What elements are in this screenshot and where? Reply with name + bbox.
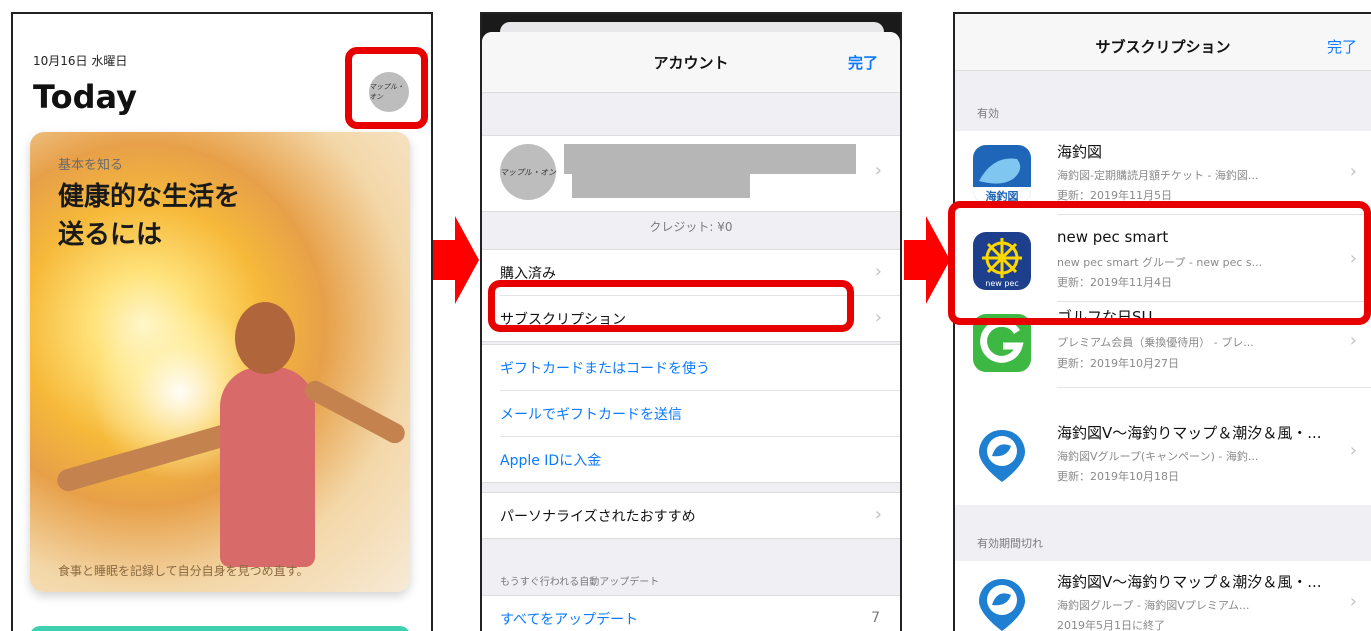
recommendations-group: パーソナライズされたおすすめ › — [482, 492, 900, 539]
today-date: 10月16日 水曜日 — [33, 54, 128, 68]
woman-illustration — [235, 302, 295, 374]
nav-title: サブスクリプション — [1095, 38, 1231, 56]
woman-illustration — [301, 377, 409, 447]
arrow-right-icon — [904, 210, 950, 310]
subscription-item[interactable]: 海釣図V～海釣りマップ＆潮汐＆風・... 海釣図Vグループ(キャンペーン) - … — [955, 404, 1371, 504]
subscription-date: 更新：2019年10月27日 — [1057, 357, 1179, 370]
svg-text:new pec: new pec — [985, 279, 1018, 288]
chevron-right-icon: › — [1349, 161, 1357, 182]
subscription-item[interactable]: 海釣図 海釣図 海釣図-定期購読月額チケット - 海釣図... 更新：2019年… — [955, 131, 1371, 215]
new-pec-icon: new pec — [973, 232, 1031, 290]
card-caption: 食事と睡眠を記録して自分自身を見つめ直す。 — [58, 564, 309, 578]
account-sheet: アカウント 完了 マップル・オン › クレジット: ¥0 購入済み › サブスク… — [482, 32, 900, 631]
card-headline: 健康的な生活を 送るには — [58, 182, 241, 250]
expired-subscription-item[interactable]: 海釣図V～海釣りマップ＆潮汐＆風・... 海釣図グループ - 海釣図Vプレミアム… — [955, 561, 1371, 631]
purchased-row[interactable]: 購入済み › — [500, 250, 900, 296]
redacted-email — [572, 172, 750, 198]
section-header-auto-update: もうすぐ行われる自動アップデート — [500, 577, 660, 588]
row-label: パーソナライズされたおすすめ — [500, 509, 696, 525]
done-button[interactable]: 完了 — [1327, 36, 1357, 57]
svg-text:海釣図: 海釣図 — [986, 189, 1019, 203]
section-header-active: 有効 — [955, 71, 1371, 131]
row-label: Apple IDに入金 — [500, 453, 602, 469]
woman-illustration — [220, 367, 315, 567]
subscription-detail: new pec smart グループ - new pec s... — [1057, 256, 1263, 269]
section-label: 有効 — [977, 107, 999, 120]
nav-title: アカウント — [653, 54, 729, 72]
subscription-name: 海釣図 — [1057, 143, 1103, 161]
chevron-right-icon: › — [874, 160, 882, 181]
section-label: 有効期間切れ — [977, 537, 1043, 550]
row-label: すべてをアップデート — [500, 612, 639, 628]
chevron-right-icon: › — [874, 307, 882, 328]
send-gift-card-row[interactable]: メールでギフトカードを送信 — [500, 391, 900, 437]
redacted-name — [564, 144, 856, 174]
next-story-card[interactable] — [30, 626, 410, 631]
row-label: メールでギフトカードを送信 — [500, 407, 682, 423]
account-avatar-button[interactable]: マップル・オン — [369, 72, 409, 112]
update-all-row[interactable]: すべてをアップデート 7 — [500, 596, 900, 631]
add-funds-row[interactable]: Apple IDに入金 — [500, 437, 900, 482]
kaichouzu-v-icon — [973, 575, 1031, 631]
purchases-group: 購入済み › サブスクリプション › — [482, 249, 900, 342]
chevron-right-icon: › — [874, 504, 882, 525]
chevron-right-icon: › — [1349, 440, 1357, 461]
subscription-name: 海釣図V～海釣りマップ＆潮汐＆風・... — [1057, 573, 1322, 591]
chevron-right-icon: › — [1349, 591, 1357, 612]
subscription-date: 更新：2019年11月5日 — [1057, 189, 1172, 202]
arrow-right-icon — [433, 210, 479, 310]
chevron-right-icon: › — [874, 261, 882, 282]
subscription-detail: プレミアム会員（乗換優待用） - プレ... — [1057, 336, 1254, 349]
row-label: ギフトカードまたはコードを使う — [500, 361, 710, 377]
subscriptions-row[interactable]: サブスクリプション › — [500, 296, 900, 341]
card-kicker: 基本を知る — [58, 158, 124, 173]
subscription-name: 海釣図V～海釣りマップ＆潮汐＆風・... — [1057, 424, 1322, 442]
row-label: 購入済み — [500, 266, 556, 282]
subscription-name: ゴルフな日SU — [1057, 308, 1153, 326]
app-store-today-screen: 10月16日 水曜日 Today マップル・オン 基本を知る 健康的な生活を 送… — [11, 12, 433, 631]
account-screen: アカウント 完了 マップル・オン › クレジット: ¥0 購入済み › サブスク… — [480, 12, 902, 631]
subscription-date: 更新：2019年11月4日 — [1057, 276, 1172, 289]
subscription-date: 更新：2019年10月18日 — [1057, 470, 1179, 483]
subscription-detail: 海釣図グループ - 海釣図Vプレミアム... — [1057, 599, 1250, 612]
subscription-detail: 海釣図Vグループ(キャンペーン) - 海釣... — [1057, 450, 1259, 463]
subscription-name: new pec smart — [1057, 228, 1169, 246]
subscription-item[interactable]: new pec new pec smart new pec smart グループ… — [955, 218, 1371, 302]
subscription-item[interactable]: ゴルフな日SU プレミアム会員（乗換優待用） - プレ... 更新：2019年1… — [955, 304, 1371, 388]
divider — [1057, 214, 1371, 215]
story-card[interactable]: 基本を知る 健康的な生活を 送るには 食事と睡眠を記録して自分自身を見つめ直す。 — [30, 132, 410, 592]
nav-bar: サブスクリプション 完了 — [955, 14, 1371, 71]
row-label: サブスクリプション — [500, 312, 626, 328]
update-count: 7 — [871, 610, 880, 626]
gift-group: ギフトカードまたはコードを使う メールでギフトカードを送信 Apple IDに入… — [482, 344, 900, 483]
credit-balance: クレジット: ¥0 — [649, 220, 733, 234]
subscription-detail: 海釣図-定期購読月額チケット - 海釣図... — [1057, 169, 1259, 182]
update-group: すべてをアップデート 7 — [482, 595, 900, 631]
kaichouzu-v-icon — [973, 426, 1031, 484]
chevron-right-icon: › — [1349, 248, 1357, 269]
divider — [1057, 301, 1371, 302]
golf-g-icon — [973, 314, 1031, 372]
subscription-date: 2019年5月1日に終了 — [1057, 619, 1165, 631]
redeem-gift-card-row[interactable]: ギフトカードまたはコードを使う — [500, 345, 900, 391]
nav-bar: アカウント 完了 — [482, 32, 900, 93]
divider — [1057, 387, 1371, 388]
avatar: マップル・オン — [500, 144, 556, 200]
section-header-expired: 有効期間切れ — [955, 505, 1371, 561]
personalized-recommendations-row[interactable]: パーソナライズされたおすすめ › — [500, 493, 900, 538]
today-title: Today — [33, 78, 137, 116]
subscriptions-screen: サブスクリプション 完了 有効 海釣図 海釣図 海釣図-定期購読月額チケット -… — [953, 12, 1371, 631]
profile-row[interactable]: マップル・オン › — [482, 135, 900, 212]
kaichouzu-icon: 海釣図 — [973, 145, 1031, 203]
done-button[interactable]: 完了 — [848, 52, 878, 73]
chevron-right-icon: › — [1349, 330, 1357, 351]
